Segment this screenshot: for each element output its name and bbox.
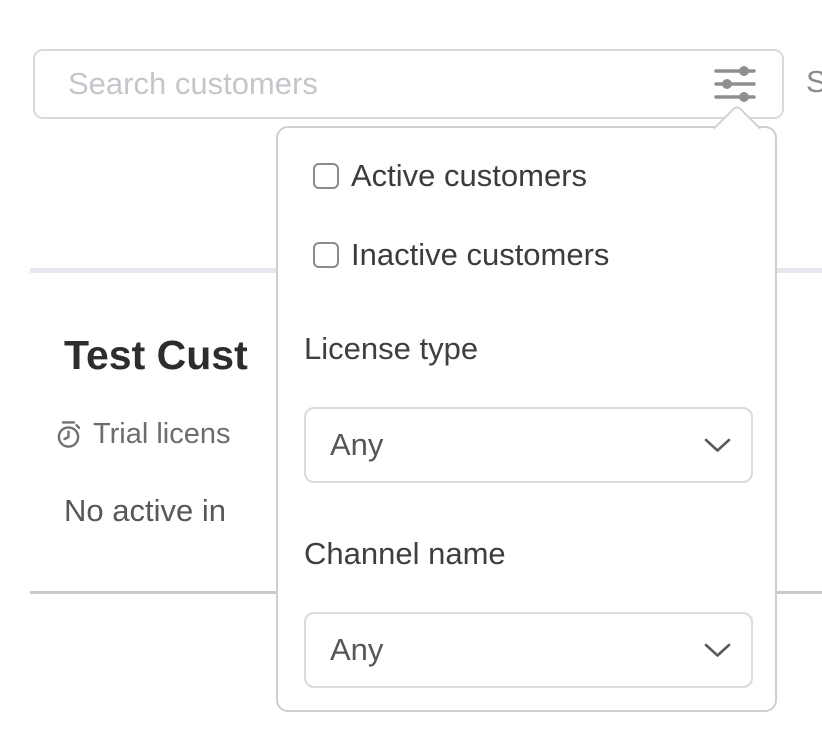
- chevron-down-icon: [704, 438, 731, 453]
- customer-name[interactable]: Test Cust: [64, 331, 248, 380]
- inactive-customers-checkbox[interactable]: [313, 242, 339, 268]
- active-customers-label: Active customers: [351, 158, 587, 194]
- filter-button[interactable]: [710, 61, 760, 107]
- customer-license-label: Trial licens: [93, 418, 231, 451]
- sort-control-partial[interactable]: S: [806, 63, 822, 100]
- search-bar: [33, 49, 784, 119]
- filter-inactive-customers[interactable]: Inactive customers: [313, 237, 609, 273]
- chevron-down-icon: [704, 643, 731, 658]
- inactive-customers-label: Inactive customers: [351, 237, 609, 273]
- sliders-icon: [714, 65, 756, 103]
- customer-instances-status: No active in: [64, 492, 226, 529]
- license-type-value: Any: [330, 427, 383, 463]
- license-type-select[interactable]: Any: [304, 407, 753, 483]
- filter-popover: Active customers Inactive customers Lice…: [276, 126, 777, 712]
- filter-active-customers[interactable]: Active customers: [313, 158, 587, 194]
- customers-page: S Test Cust Trial licens No active in Ac…: [0, 0, 822, 756]
- search-input[interactable]: [68, 53, 688, 115]
- active-customers-checkbox[interactable]: [313, 163, 339, 189]
- customer-license-row: Trial licens: [55, 418, 231, 451]
- timer-icon: [55, 420, 82, 449]
- channel-name-select[interactable]: Any: [304, 612, 753, 688]
- license-type-label: License type: [304, 330, 478, 367]
- channel-name-value: Any: [330, 632, 383, 668]
- channel-name-label: Channel name: [304, 535, 506, 572]
